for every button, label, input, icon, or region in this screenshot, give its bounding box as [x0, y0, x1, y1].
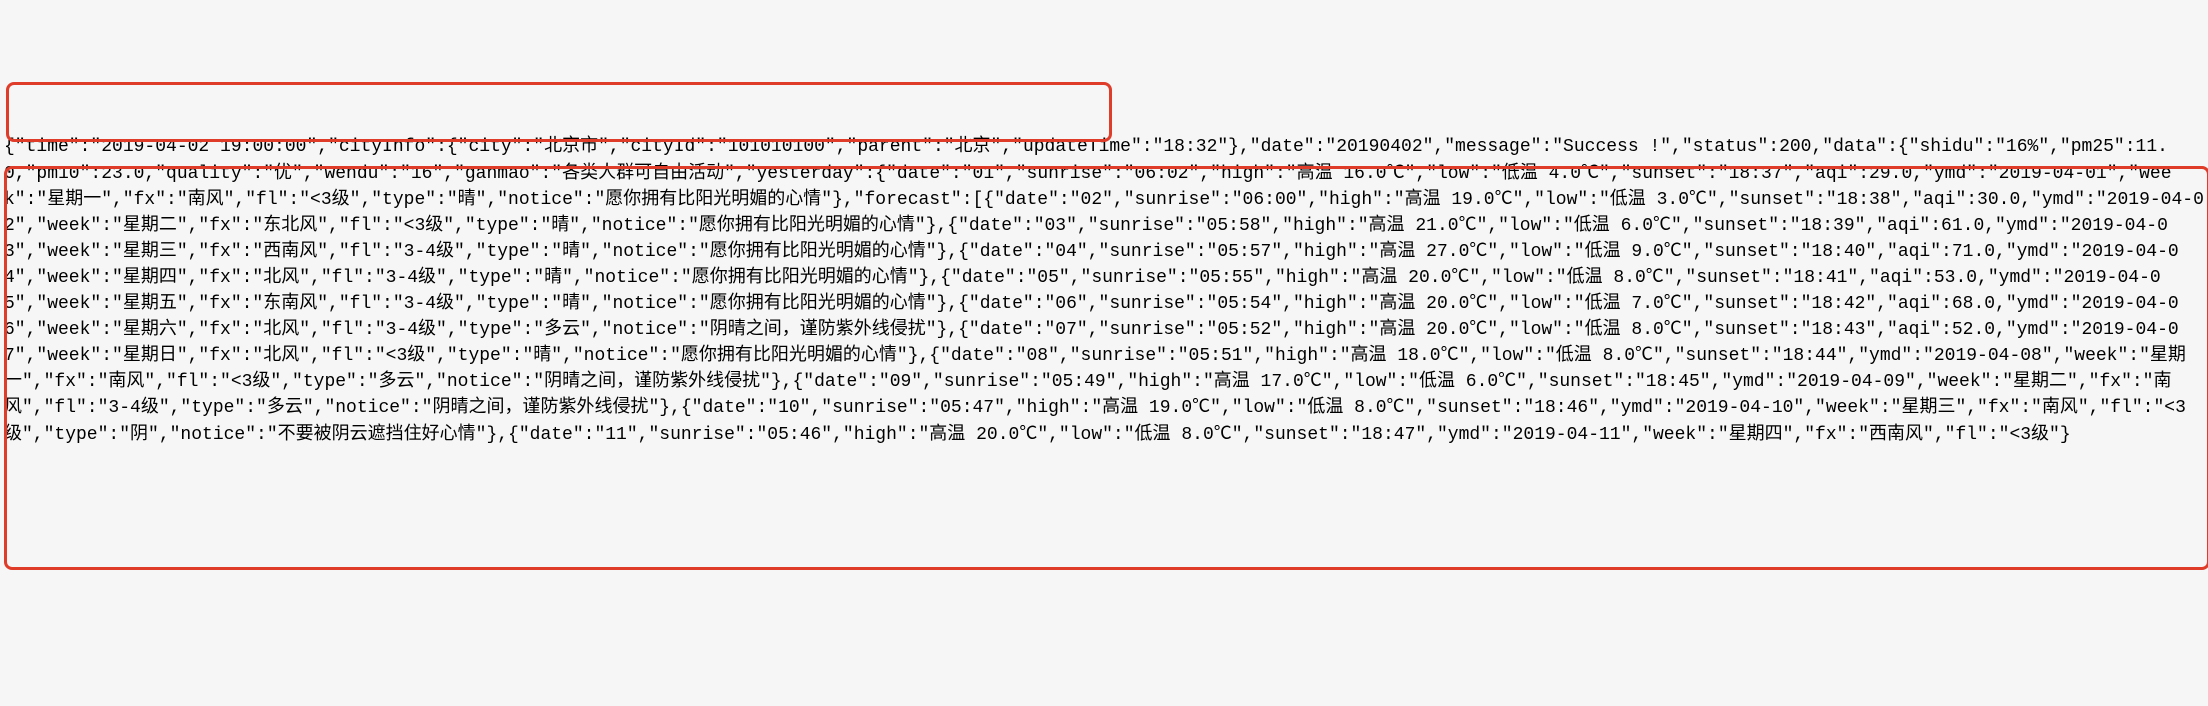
- json-raw-text: {"time":"2019-04-02 19:00:00","cityInfo"…: [4, 134, 2204, 447]
- json-dump-container: {"time":"2019-04-02 19:00:00","cityInfo"…: [4, 82, 2204, 526]
- annotation-box-header: [6, 82, 1112, 142]
